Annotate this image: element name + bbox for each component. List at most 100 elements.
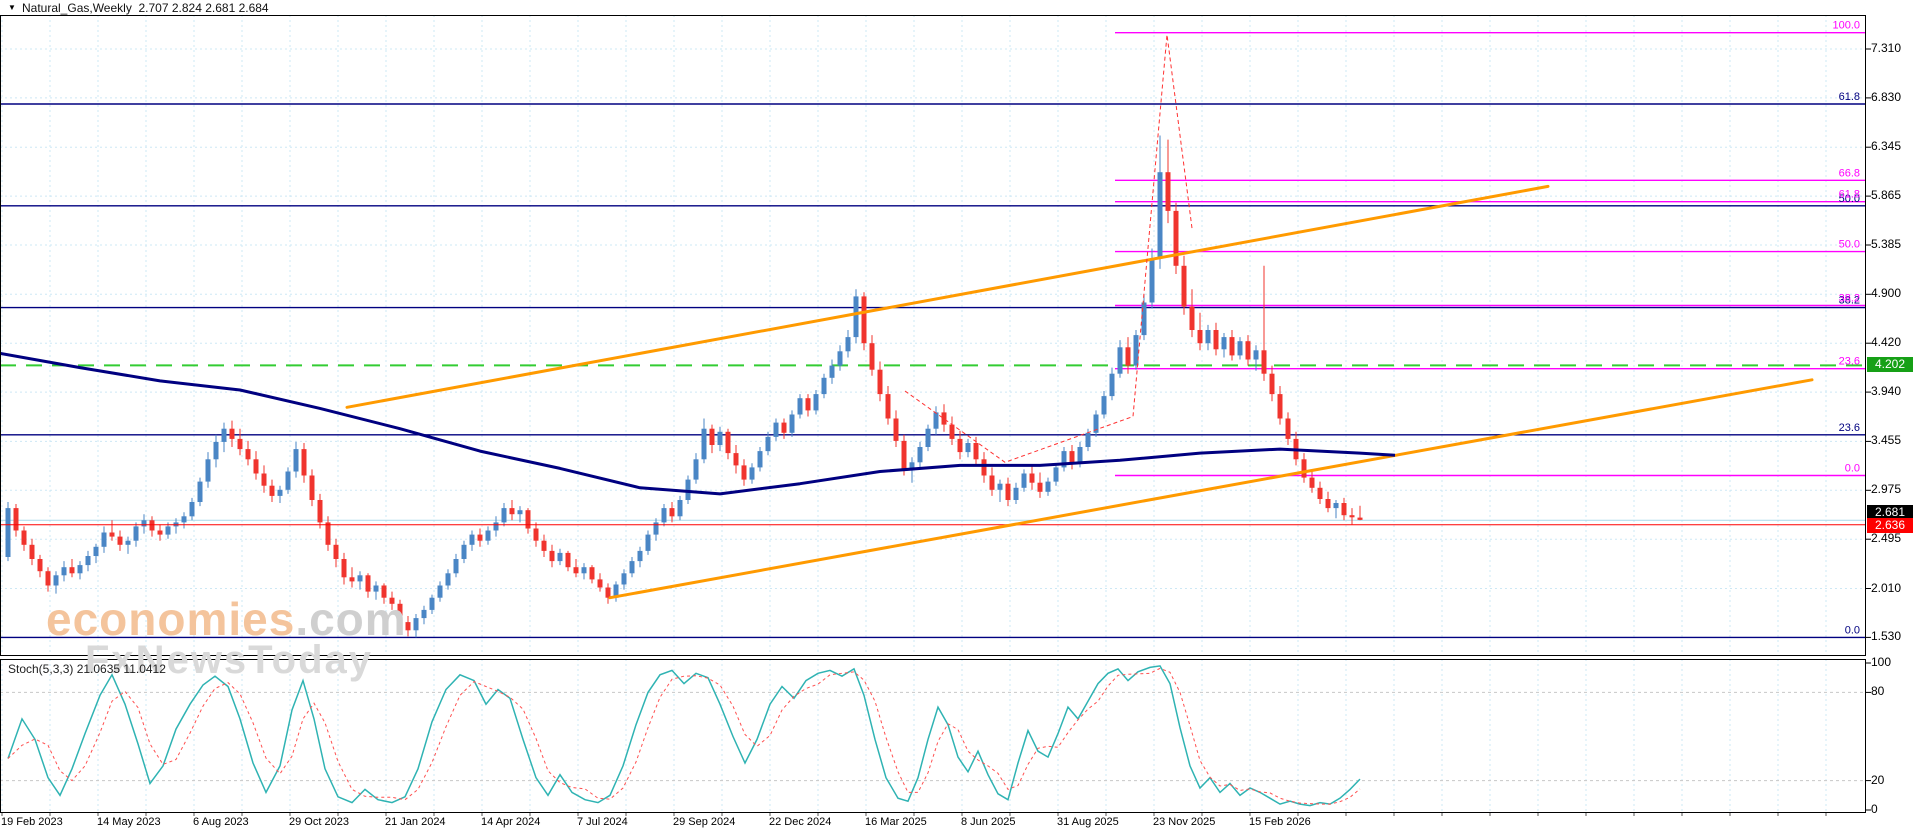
candle-body[interactable] xyxy=(198,482,203,502)
candle-body[interactable] xyxy=(766,437,771,451)
candle-body[interactable] xyxy=(142,520,147,526)
candle-body[interactable] xyxy=(110,533,115,537)
candle-body[interactable] xyxy=(166,526,171,534)
candle-body[interactable] xyxy=(150,520,155,530)
candle-body[interactable] xyxy=(1022,474,1027,488)
candle-body[interactable] xyxy=(310,476,315,501)
candle-body[interactable] xyxy=(1054,467,1059,481)
candle-body[interactable] xyxy=(526,510,531,528)
candle-body[interactable] xyxy=(782,423,787,433)
candle-body[interactable] xyxy=(1174,211,1179,266)
candle-body[interactable] xyxy=(902,441,907,470)
candle-body[interactable] xyxy=(1358,518,1363,520)
candle-body[interactable] xyxy=(1302,459,1307,477)
candle-body[interactable] xyxy=(1078,447,1083,463)
chart-canvas[interactable]: 61.850.038.223.60.0100.066.861.850.038.2… xyxy=(0,0,1916,840)
candle-body[interactable] xyxy=(1118,347,1123,373)
candle-body[interactable] xyxy=(422,610,427,618)
candle-body[interactable] xyxy=(54,575,59,585)
candle-body[interactable] xyxy=(622,573,627,584)
candle-body[interactable] xyxy=(966,443,971,452)
candle-body[interactable] xyxy=(446,573,451,585)
candle-body[interactable] xyxy=(326,522,331,544)
candle-body[interactable] xyxy=(22,531,27,545)
candle-body[interactable] xyxy=(1086,433,1091,447)
candle-body[interactable] xyxy=(646,535,651,551)
candle-body[interactable] xyxy=(1286,419,1291,439)
candle-body[interactable] xyxy=(350,577,355,581)
candle-body[interactable] xyxy=(862,296,867,343)
candle-body[interactable] xyxy=(214,442,219,459)
candle-body[interactable] xyxy=(1166,172,1171,211)
candle-body[interactable] xyxy=(1014,488,1019,500)
candle-body[interactable] xyxy=(566,553,571,567)
candle-body[interactable] xyxy=(262,474,267,486)
candle-body[interactable] xyxy=(1046,482,1051,492)
candle-body[interactable] xyxy=(950,425,955,439)
candle-body[interactable] xyxy=(1278,394,1283,418)
candle-body[interactable] xyxy=(982,459,987,475)
candle-body[interactable] xyxy=(14,508,19,530)
candle-body[interactable] xyxy=(486,531,491,541)
candle-body[interactable] xyxy=(334,545,339,559)
candle-body[interactable] xyxy=(222,429,227,442)
candle-body[interactable] xyxy=(478,535,483,541)
candle-body[interactable] xyxy=(86,556,91,565)
candle-body[interactable] xyxy=(582,567,587,573)
candle-body[interactable] xyxy=(94,547,99,556)
candle-body[interactable] xyxy=(190,502,195,516)
candle-body[interactable] xyxy=(1102,396,1107,414)
candle-body[interactable] xyxy=(470,535,475,545)
candle-body[interactable] xyxy=(1182,266,1187,307)
candle-body[interactable] xyxy=(1214,330,1219,349)
candle-body[interactable] xyxy=(502,508,507,522)
candle-body[interactable] xyxy=(1110,374,1115,396)
candle-body[interactable] xyxy=(1318,488,1323,499)
candle-body[interactable] xyxy=(1262,350,1267,373)
candle-body[interactable] xyxy=(462,545,467,559)
candle-body[interactable] xyxy=(606,588,611,598)
candle-body[interactable] xyxy=(686,480,691,500)
candle-body[interactable] xyxy=(990,476,995,490)
candle-body[interactable] xyxy=(182,516,187,522)
candle-body[interactable] xyxy=(854,296,859,337)
candle-body[interactable] xyxy=(430,598,435,610)
candle-body[interactable] xyxy=(550,551,555,561)
candle-body[interactable] xyxy=(654,522,659,534)
candle-body[interactable] xyxy=(1230,337,1235,355)
trendline-lower-channel[interactable] xyxy=(610,380,1812,598)
candle-body[interactable] xyxy=(1254,350,1259,359)
candle-body[interactable] xyxy=(574,567,579,573)
candle-body[interactable] xyxy=(46,571,51,585)
candle-body[interactable] xyxy=(230,429,235,439)
candle-body[interactable] xyxy=(30,545,35,559)
candle-body[interactable] xyxy=(6,508,11,557)
candle-body[interactable] xyxy=(1342,503,1347,515)
candle-body[interactable] xyxy=(70,567,75,573)
candle-body[interactable] xyxy=(1150,259,1155,303)
candle-body[interactable] xyxy=(278,490,283,496)
candle-body[interactable] xyxy=(974,443,979,459)
candle-body[interactable] xyxy=(1126,347,1131,365)
candle-body[interactable] xyxy=(838,351,843,365)
candle-body[interactable] xyxy=(1190,307,1195,330)
candle-body[interactable] xyxy=(758,451,763,467)
candle-body[interactable] xyxy=(294,449,299,471)
candle-body[interactable] xyxy=(630,561,635,573)
candle-body[interactable] xyxy=(318,500,323,522)
candle-body[interactable] xyxy=(254,459,259,473)
candle-body[interactable] xyxy=(662,508,667,522)
candle-body[interactable] xyxy=(894,419,899,441)
candle-body[interactable] xyxy=(1310,478,1315,488)
candle-body[interactable] xyxy=(1070,451,1075,463)
candle-body[interactable] xyxy=(206,459,211,481)
candle-body[interactable] xyxy=(926,429,931,447)
candle-body[interactable] xyxy=(918,447,923,462)
candle-body[interactable] xyxy=(366,575,371,591)
stoch-k-line[interactable] xyxy=(8,666,1360,806)
candle-body[interactable] xyxy=(302,449,307,475)
candle-body[interactable] xyxy=(886,394,891,418)
candle-body[interactable] xyxy=(286,472,291,490)
candle-body[interactable] xyxy=(246,449,251,459)
candle-body[interactable] xyxy=(558,553,563,561)
